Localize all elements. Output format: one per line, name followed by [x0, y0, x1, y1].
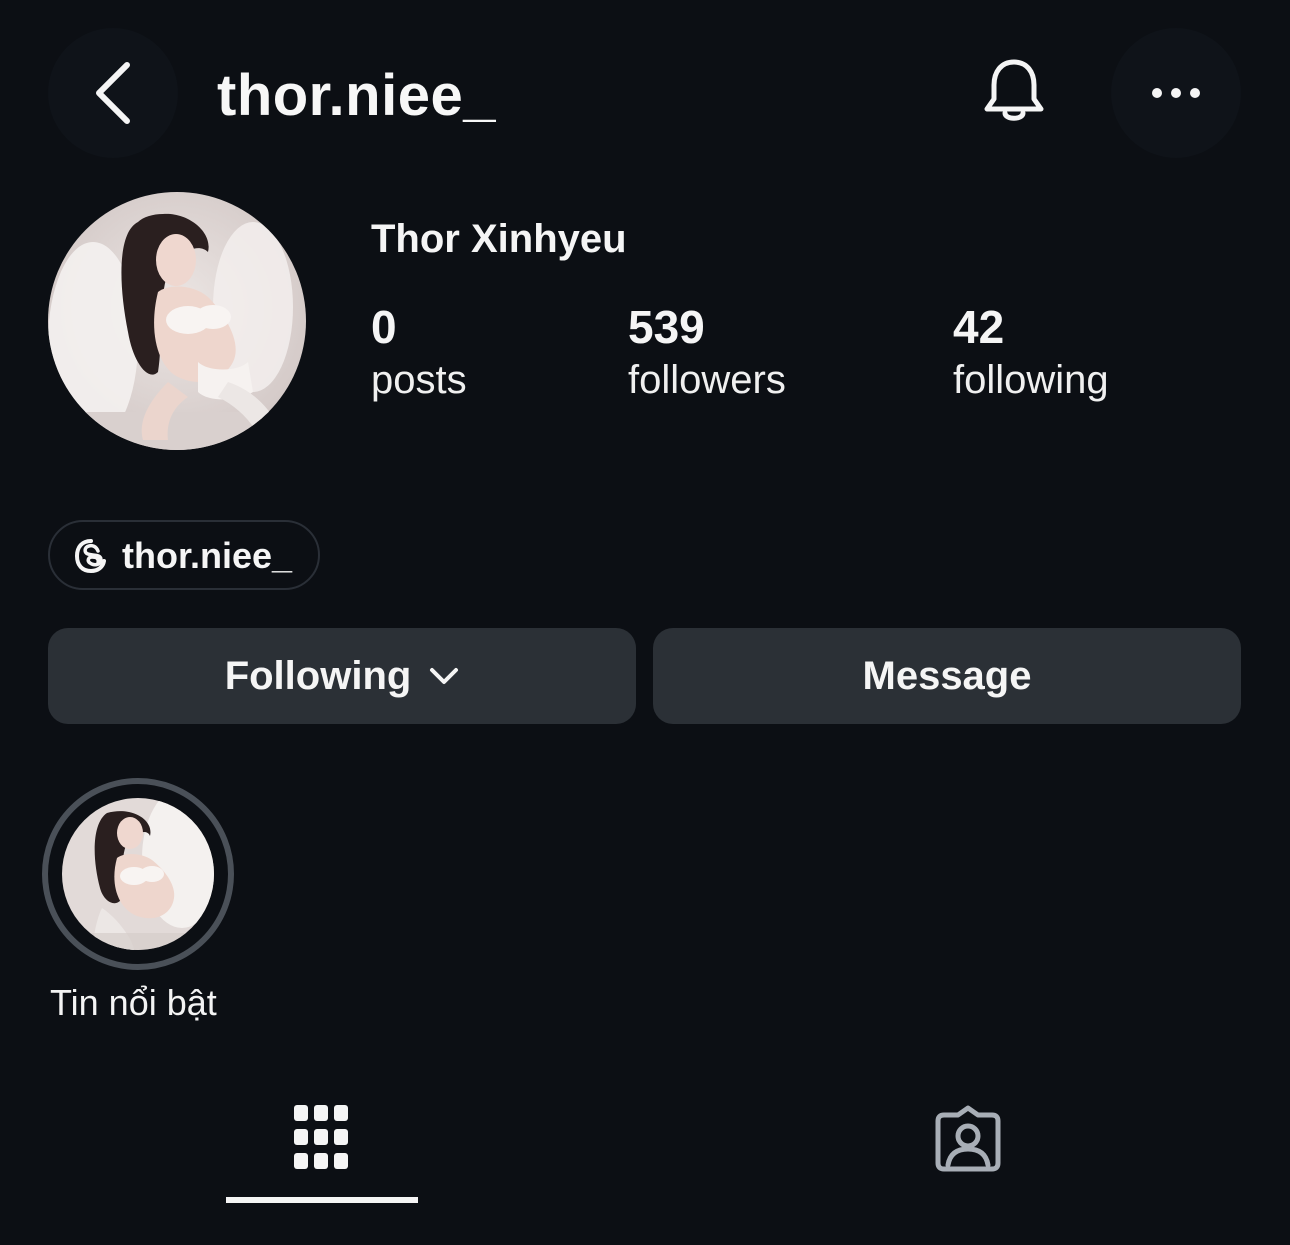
- posts-label: posts: [371, 358, 467, 402]
- threads-link[interactable]: thor.niee_: [48, 520, 320, 590]
- message-button-label: Message: [862, 653, 1032, 698]
- active-tab-indicator: [226, 1197, 418, 1203]
- display-name: Thor Xinhyeu: [371, 217, 627, 261]
- bell-icon: [984, 59, 1044, 121]
- tab-posts-grid[interactable]: [222, 1090, 422, 1200]
- back-button[interactable]: [48, 28, 178, 158]
- following-label: following: [953, 358, 1109, 402]
- story-highlight[interactable]: [42, 778, 234, 970]
- grid-icon: [294, 1105, 348, 1169]
- followers-label: followers: [628, 358, 786, 402]
- more-options-button[interactable]: [1111, 28, 1241, 158]
- threads-icon: [74, 539, 106, 573]
- highlight-cover: [62, 798, 214, 950]
- chevron-left-icon: [96, 62, 130, 124]
- following-stat[interactable]: 42 following: [953, 300, 1109, 406]
- followers-stat[interactable]: 539 followers: [628, 300, 786, 406]
- posts-count: 0: [371, 301, 397, 353]
- tab-tagged[interactable]: [868, 1090, 1068, 1200]
- followers-count: 539: [628, 301, 705, 353]
- tagged-person-icon: [935, 1105, 1001, 1172]
- avatar[interactable]: [48, 192, 306, 450]
- threads-handle: thor.niee_: [122, 535, 293, 576]
- following-count: 42: [953, 301, 1005, 353]
- more-horizontal-icon: [1152, 88, 1200, 98]
- notifications-button[interactable]: [972, 50, 1056, 134]
- highlight-label: Tin nổi bật: [50, 982, 217, 1023]
- following-button-label: Following: [224, 653, 412, 698]
- chevron-down-icon: [430, 668, 459, 684]
- posts-stat[interactable]: 0 posts: [371, 300, 467, 406]
- following-button[interactable]: Following: [48, 628, 636, 724]
- profile-username: thor.niee_: [217, 63, 496, 128]
- message-button[interactable]: Message: [653, 628, 1241, 724]
